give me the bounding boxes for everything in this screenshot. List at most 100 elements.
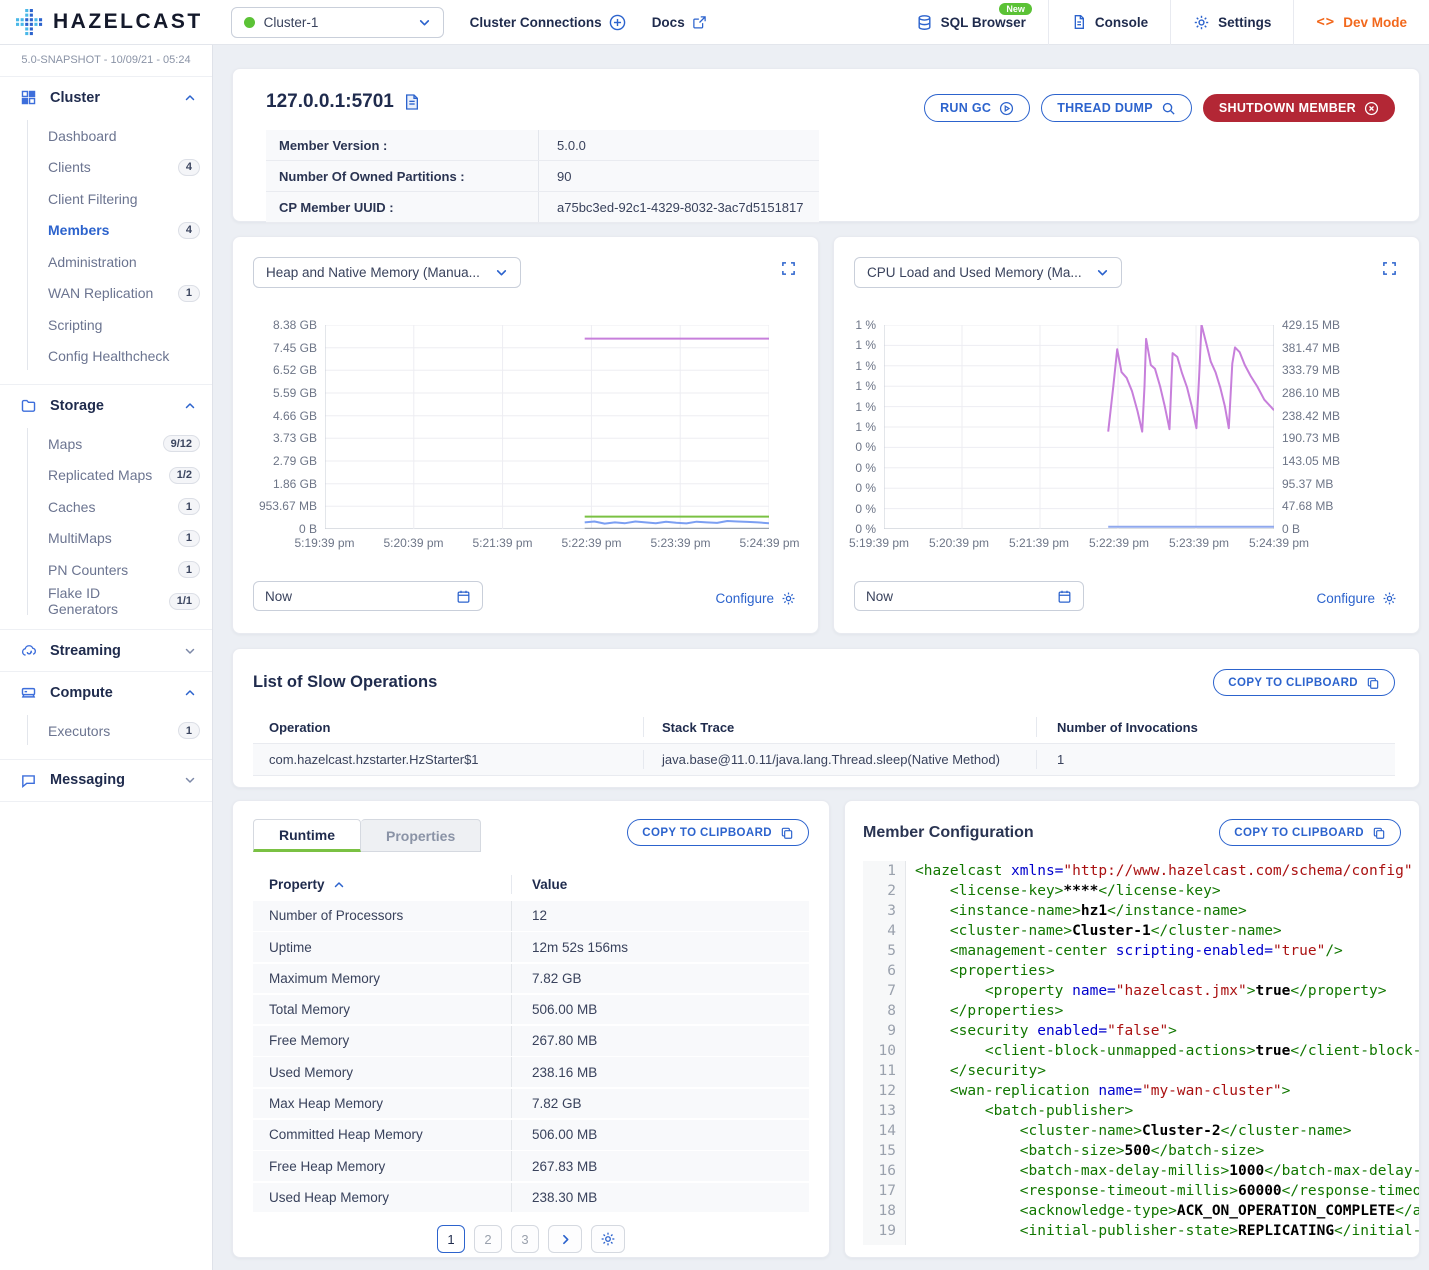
sidebar-item-flake-id-generators[interactable]: Flake ID Generators1/1 [0, 586, 212, 618]
x-axis-tick: 5:21:39 pm [458, 536, 547, 550]
info-label: Number Of Owned Partitions : [266, 169, 538, 184]
x-axis-tick: 5:23:39 pm [1159, 536, 1239, 550]
sidebar-section-compute-header[interactable]: Compute [0, 672, 212, 713]
sidebar-section-label: Compute [50, 685, 171, 701]
sidebar-section-compute-items: Executors1 [0, 713, 212, 759]
chevron-right-icon [559, 1233, 572, 1246]
sidebar-section-messaging-header[interactable]: Messaging [0, 760, 212, 801]
sidebar-item-scripting[interactable]: Scripting [0, 309, 212, 341]
nav-docs[interactable]: Docs [652, 15, 707, 30]
y-axis-tick: 1 % [855, 359, 876, 373]
copy-to-clipboard-button[interactable]: COPY TO CLIPBOARD [627, 819, 809, 846]
nav-sql-browser[interactable]: New SQL Browser [894, 0, 1048, 45]
tab-runtime[interactable]: Runtime [253, 819, 361, 852]
sidebar-item-replicated-maps[interactable]: Replicated Maps1/2 [0, 460, 212, 492]
gear-icon [781, 591, 796, 606]
sidebar-item-label: Members [48, 222, 178, 238]
copy-to-clipboard-button[interactable]: COPY TO CLIPBOARD [1213, 669, 1395, 696]
cluster-status-dot [244, 17, 255, 28]
chat-icon [20, 772, 37, 789]
nav-console[interactable]: Console [1048, 0, 1170, 45]
nav-settings[interactable]: Settings [1170, 0, 1293, 45]
line-number: 12 [863, 1081, 905, 1101]
y-axis-tick: 1 % [855, 379, 876, 393]
sort-ascending-icon[interactable] [333, 879, 345, 891]
nav-dev-mode[interactable]: <> Dev Mode [1293, 0, 1429, 45]
y-axis-tick: 1 % [855, 338, 876, 352]
line-number: 6 [863, 961, 905, 981]
page-button-2[interactable]: 2 [474, 1225, 502, 1253]
fullscreen-icon[interactable] [1382, 261, 1397, 276]
line-number: 4 [863, 921, 905, 941]
sidebar-item-executors[interactable]: Executors1 [0, 715, 212, 747]
thread-dump-button[interactable]: THREAD DUMP [1041, 94, 1192, 122]
run-gc-button[interactable]: RUN GC [924, 94, 1030, 122]
cell: com.hazelcast.hzstarter.HzStarter$1 [253, 752, 643, 767]
cell: 1 [1036, 750, 1395, 769]
table-row: Total Memory506.00 MB [253, 995, 809, 1025]
chart-metric-selector[interactable]: CPU Load and Used Memory (Ma... [854, 257, 1122, 288]
line-number: 16 [863, 1161, 905, 1181]
code-line: 10 <client-block-unmapped-actions>true</… [863, 1041, 1419, 1061]
y-axis-tick: 429.15 MB [1282, 318, 1340, 332]
page-button-3[interactable]: 3 [511, 1225, 539, 1253]
property-cell: Free Heap Memory [253, 1159, 511, 1174]
value-cell: 7.82 GB [511, 964, 809, 994]
sidebar-item-wan-replication[interactable]: WAN Replication1 [0, 278, 212, 310]
shutdown-member-button[interactable]: SHUTDOWN MEMBER [1203, 94, 1395, 122]
sidebar-item-clients[interactable]: Clients4 [0, 152, 212, 184]
sidebar-section-cluster-items: DashboardClients4Client FilteringMembers… [0, 118, 212, 384]
date-input[interactable]: Now [854, 581, 1084, 611]
sidebar-item-client-filtering[interactable]: Client Filtering [0, 183, 212, 215]
date-input[interactable]: Now [253, 581, 483, 611]
sidebar-item-config-healthcheck[interactable]: Config Healthcheck [0, 341, 212, 373]
cluster-selector[interactable]: Cluster-1 [231, 7, 444, 38]
next-page-button[interactable] [548, 1225, 582, 1253]
configure-link[interactable]: Configure [1316, 591, 1397, 606]
sidebar-item-dashboard[interactable]: Dashboard [0, 120, 212, 152]
sidebar-item-multimaps[interactable]: MultiMaps1 [0, 523, 212, 555]
cloud-icon [20, 642, 37, 659]
code-text: <batch-size>500</batch-size> [905, 1141, 1264, 1161]
sidebar-item-members[interactable]: Members4 [0, 215, 212, 247]
sidebar-section-streaming-header[interactable]: Streaming [0, 630, 212, 671]
sidebar-item-label: WAN Replication [48, 285, 178, 301]
sidebar-item-pn-counters[interactable]: PN Counters1 [0, 554, 212, 586]
count-badge: 4 [178, 222, 200, 239]
chart-metric-selector[interactable]: Heap and Native Memory (Manua... [253, 257, 521, 288]
code-line: 11 </security> [863, 1061, 1419, 1081]
code-line: 5 <management-center scripting-enabled="… [863, 941, 1419, 961]
member-info-row: CP Member UUID :a75bc3ed-92c1-4329-8032-… [266, 192, 819, 223]
table-row: Number of Processors12 [253, 901, 809, 931]
gear-icon [1193, 14, 1210, 31]
property-column-header[interactable]: Property [269, 877, 325, 892]
y-axis-tick: 4.66 GB [273, 409, 317, 423]
runtime-tabs: RuntimeProperties [253, 819, 481, 852]
page-button-1[interactable]: 1 [437, 1225, 465, 1253]
copy-to-clipboard-button[interactable]: COPY TO CLIPBOARD [1219, 819, 1401, 846]
y-axis-tick: 1 % [855, 318, 876, 332]
tab-properties[interactable]: Properties [361, 819, 481, 852]
sidebar-item-caches[interactable]: Caches1 [0, 491, 212, 523]
table-row: Committed Heap Memory506.00 MB [253, 1120, 809, 1150]
code-text: <batch-publisher> [905, 1101, 1133, 1121]
chevron-down-icon [418, 16, 431, 29]
sidebar-section-cluster-header[interactable]: Cluster [0, 77, 212, 118]
copy-address-icon[interactable] [404, 93, 420, 111]
value-cell: 12 [511, 901, 809, 931]
sidebar-item-administration[interactable]: Administration [0, 246, 212, 278]
config-code-editor[interactable]: 1<hazelcast xmlns="http://www.hazelcast.… [863, 861, 1419, 1245]
folder-icon [20, 397, 37, 414]
fullscreen-icon[interactable] [781, 261, 796, 276]
device-icon [20, 684, 37, 701]
configure-link[interactable]: Configure [715, 591, 796, 606]
property-cell: Used Memory [253, 1065, 511, 1080]
sidebar-item-maps[interactable]: Maps9/12 [0, 428, 212, 460]
table-settings-button[interactable] [591, 1225, 625, 1253]
sidebar-section-storage-header[interactable]: Storage [0, 385, 212, 426]
property-cell: Total Memory [253, 1002, 511, 1017]
y-axis-tick: 1.86 GB [273, 477, 317, 491]
code-line: 8 </properties> [863, 1001, 1419, 1021]
nav-cluster-connections[interactable]: Cluster Connections [470, 14, 626, 31]
code-brackets-icon: <> [1316, 14, 1335, 30]
